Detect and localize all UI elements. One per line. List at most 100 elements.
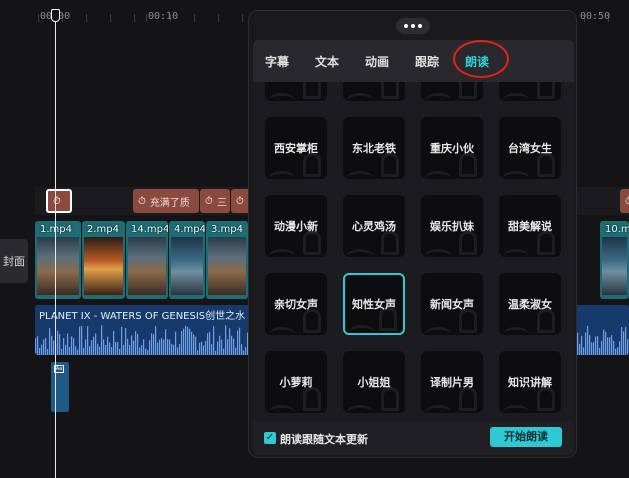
voice-card-decoration	[347, 93, 373, 101]
voice-card[interactable]: 新闻女声	[421, 273, 483, 335]
more-icon[interactable]	[396, 18, 430, 34]
video-clip[interactable]: 4.mp4	[169, 221, 205, 299]
voice-card-decoration	[459, 231, 477, 255]
voice-card-decoration	[425, 93, 451, 101]
voice-card-decoration	[459, 82, 477, 99]
voice-card-decoration	[303, 231, 321, 255]
video-thumbnail	[37, 237, 79, 295]
voice-card[interactable]: 娱乐扒妹	[421, 195, 483, 257]
tab-animation[interactable]: 动画	[365, 53, 389, 70]
voice-card[interactable]: 亲切女声	[265, 273, 327, 335]
timer-icon: ⏱	[138, 195, 146, 207]
voice-card[interactable]: 河南大叔	[499, 82, 561, 101]
voice-card-label: 温柔淑女	[508, 298, 552, 311]
voice-card-decoration	[537, 387, 555, 411]
audio-sub-clip[interactable]: Aa	[51, 362, 69, 412]
voice-card[interactable]: 台湾女生	[499, 117, 561, 179]
timer-icon: ⏱	[236, 195, 244, 207]
voice-card-decoration	[537, 231, 555, 255]
voice-card-decoration	[381, 153, 399, 177]
voice-card-decoration	[537, 82, 555, 99]
follow-text-checkbox[interactable]: ✓	[264, 432, 276, 444]
video-clip[interactable]: 1.mp4	[35, 221, 81, 299]
voice-card-label: 心灵鸡汤	[352, 220, 396, 233]
voice-card[interactable]: 天津小哥	[421, 82, 483, 101]
voice-card-decoration	[303, 153, 321, 177]
voice-card-label: 西安掌柜	[274, 142, 318, 155]
voice-card-label: 重庆小伙	[430, 142, 474, 155]
panel-footer: ✓ 朗读跟随文本更新 开始朗读	[253, 421, 574, 455]
voice-card-decoration	[269, 249, 295, 257]
voice-card-label: 亲切女声	[274, 298, 318, 311]
voice-card[interactable]: 心灵鸡汤	[343, 195, 405, 257]
start-reading-button[interactable]: 开始朗读	[490, 427, 562, 447]
voice-card-decoration	[425, 171, 451, 179]
voice-card-label: 东北老铁	[352, 142, 396, 155]
voice-card-decoration	[425, 405, 451, 413]
video-clip[interactable]: 14.mp4	[126, 221, 168, 299]
text-clip[interactable]: ⏱ 三	[200, 189, 230, 213]
voice-card[interactable]: 知识讲解	[499, 351, 561, 413]
voice-card[interactable]: 粤语男声	[343, 82, 405, 101]
tab-subtitles[interactable]: 字幕	[265, 53, 289, 70]
voice-card-label: 娱乐扒妹	[430, 220, 474, 233]
voice-card-decoration	[347, 405, 373, 413]
voice-card-label: 甜美解说	[508, 220, 552, 233]
follow-text-label: 朗读跟随文本更新	[280, 433, 368, 446]
text-clip-selected[interactable]: ⏱	[46, 189, 72, 213]
tab-text[interactable]: 文本	[315, 53, 339, 70]
voice-card-label: 译制片男	[430, 376, 474, 389]
ruler-label-10s: 00:10	[148, 11, 179, 22]
voice-grid: 广西表哥粤语男声天津小哥河南大叔西安掌柜 东北老铁 重庆小伙 台湾女生动漫小新 心灵鸡汤…	[253, 82, 574, 421]
voice-card-decoration	[269, 171, 295, 179]
timer-icon: ⏱	[205, 195, 213, 207]
voice-card[interactable]: 译制片男	[421, 351, 483, 413]
voice-card-label: 动漫小新	[274, 220, 318, 233]
video-thumbnail	[171, 237, 203, 295]
voice-card-decoration	[347, 171, 373, 179]
voice-card[interactable]: 重庆小伙	[421, 117, 483, 179]
voice-card-decoration	[269, 327, 295, 335]
voice-card-decoration	[503, 93, 529, 101]
voice-card[interactable]: 知性女声	[343, 273, 405, 335]
text-to-speech-panel: 字幕 文本 动画 跟踪 朗读 广西表哥粤语男声天津小哥河南大叔西安掌柜 东北老铁 重…	[248, 10, 577, 458]
voice-card[interactable]: 广西表哥	[265, 82, 327, 101]
voice-card-decoration	[503, 249, 529, 257]
playhead-line	[55, 18, 56, 478]
annotation-circle	[453, 40, 509, 78]
voice-card[interactable]: 西安掌柜	[265, 117, 327, 179]
voice-card[interactable]: 小姐姐	[343, 351, 405, 413]
voice-card-decoration	[503, 171, 529, 179]
voice-card[interactable]: 小萝莉	[265, 351, 327, 413]
voice-card-label: 知识讲解	[508, 376, 552, 389]
voice-card-decoration	[303, 309, 321, 333]
voice-card[interactable]: 甜美解说	[499, 195, 561, 257]
cover-button[interactable]: 封面	[0, 239, 28, 283]
voice-card-decoration	[503, 327, 529, 335]
video-editor-timeline: 00:00 00:10 00:50 ⏱ ⏱ 充满了质 ⏱ 三 ⏱ ⏱ 封面 1.…	[0, 0, 629, 478]
voice-card-decoration	[269, 405, 295, 413]
video-thumbnail	[128, 237, 166, 295]
panel-tabs: 字幕 文本 动画 跟踪 朗读	[253, 40, 574, 82]
voice-card[interactable]: 东北老铁	[343, 117, 405, 179]
voice-card-decoration	[381, 387, 399, 411]
text-clip[interactable]: ⏱ 充满了质	[133, 189, 199, 213]
voice-card-decoration	[459, 153, 477, 177]
voice-card-label: 台湾女生	[508, 142, 552, 155]
voice-card[interactable]: 温柔淑女	[499, 273, 561, 335]
voice-card-decoration	[537, 309, 555, 333]
playhead-handle[interactable]	[51, 9, 60, 22]
voice-card[interactable]: 动漫小新	[265, 195, 327, 257]
video-clip[interactable]: 3.mp4	[206, 221, 248, 299]
voice-card-label: 小姐姐	[357, 376, 391, 389]
voice-card-decoration	[349, 325, 375, 333]
voice-card-decoration	[425, 249, 451, 257]
video-clip[interactable]: 2.mp4	[82, 221, 125, 299]
voice-card-label: 新闻女声	[430, 298, 474, 311]
voice-card-decoration	[381, 82, 399, 99]
voice-card-decoration	[303, 387, 321, 411]
tab-tracking[interactable]: 跟踪	[415, 53, 439, 70]
voice-card-decoration	[347, 249, 373, 257]
voice-card-label: 小萝莉	[279, 376, 313, 389]
video-thumbnail	[208, 237, 246, 295]
